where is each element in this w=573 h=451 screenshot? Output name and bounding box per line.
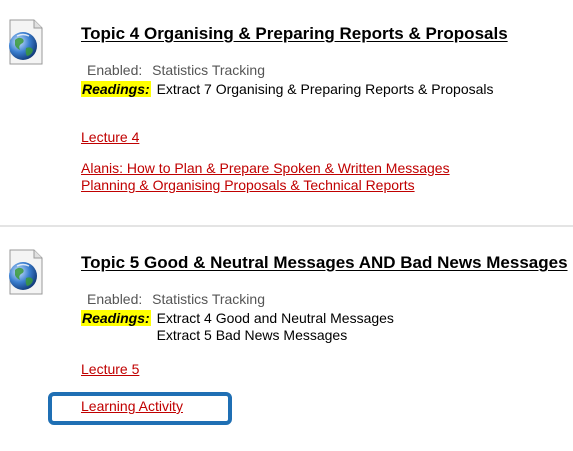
reading-extract: Extract 7 Organising & Preparing Reports…	[156, 81, 494, 97]
topic-item: Topic 5 Good & Neutral Messages AND Bad …	[0, 226, 573, 451]
topic-item: Topic 4 Organising & Preparing Reports &…	[0, 0, 573, 226]
topic-title[interactable]: Topic 4 Organising & Preparing Reports &…	[81, 24, 508, 44]
lecture-4-link[interactable]: Lecture 4	[81, 129, 139, 145]
reading-extract: Extract 5 Bad News Messages	[156, 327, 348, 343]
proposals-reports-link[interactable]: Planning & Organising Proposals & Techni…	[81, 177, 415, 193]
item-meta: Enabled: Statistics Tracking	[87, 291, 265, 307]
item-meta: Enabled: Statistics Tracking	[87, 62, 265, 78]
readings-list: Extract 7 Organising & Preparing Reports…	[157, 81, 494, 98]
learning-activity-link[interactable]: Learning Activity	[81, 398, 183, 414]
alanis-plan-prepare-link[interactable]: Alanis: How to Plan & Prepare Spoken & W…	[81, 160, 450, 176]
readings-row: Readings: Extract 7 Organising & Prepari…	[81, 81, 494, 98]
tracking-status: Statistics Tracking	[152, 62, 265, 78]
lecture-5-link[interactable]: Lecture 5	[81, 361, 139, 377]
readings-label: Readings:	[81, 310, 151, 326]
topic-title[interactable]: Topic 5 Good & Neutral Messages AND Bad …	[81, 253, 568, 273]
globe-document-icon	[9, 19, 43, 65]
readings-label: Readings:	[81, 81, 151, 97]
readings-row: Readings: Extract 4 Good and Neutral Mes…	[81, 310, 394, 344]
reading-extract: Extract 4 Good and Neutral Messages	[156, 310, 394, 326]
globe-document-icon	[9, 249, 43, 295]
readings-list: Extract 4 Good and Neutral Messages Extr…	[157, 310, 394, 344]
tracking-status: Statistics Tracking	[152, 291, 265, 307]
enabled-label: Enabled:	[87, 291, 143, 307]
enabled-label: Enabled:	[87, 62, 143, 78]
